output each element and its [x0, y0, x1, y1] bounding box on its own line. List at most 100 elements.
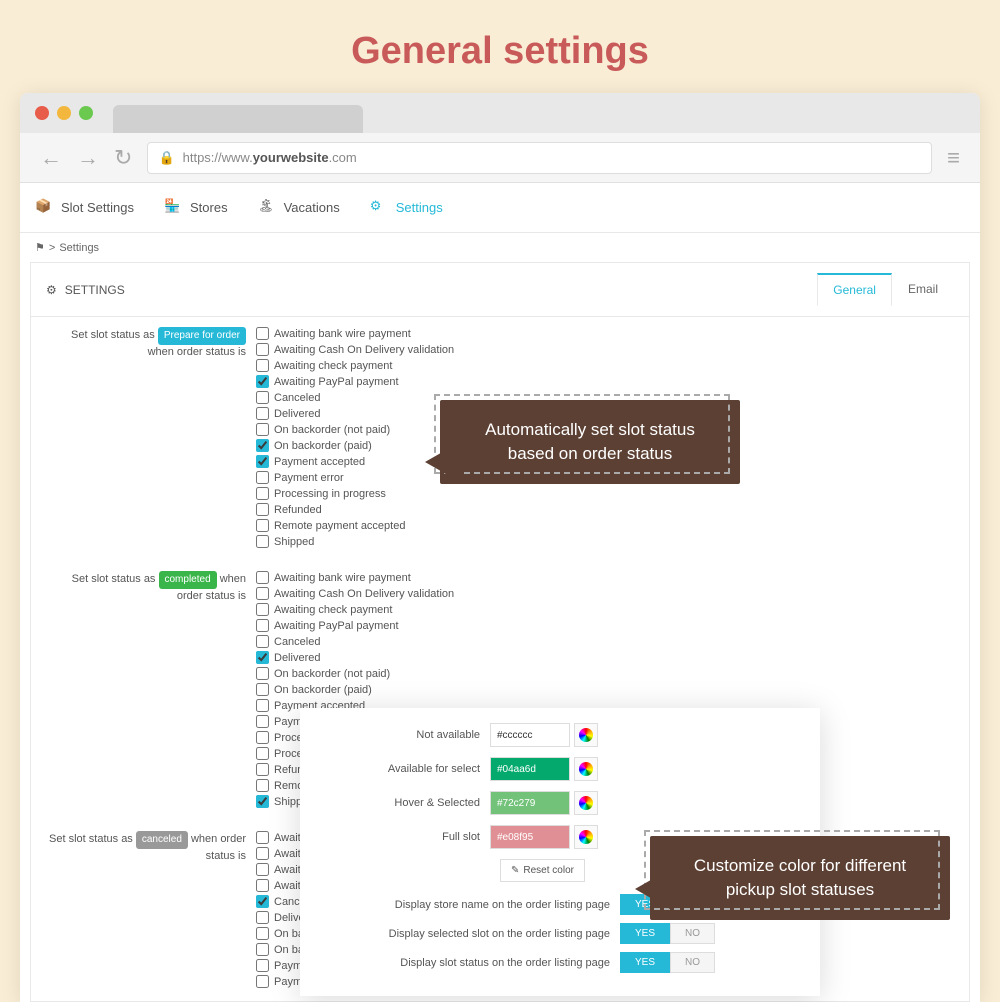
status-checkbox[interactable]: [256, 895, 269, 908]
status-checkbox[interactable]: [256, 603, 269, 616]
reset-color-button[interactable]: ✎ Reset color: [500, 859, 585, 882]
status-checkbox[interactable]: [256, 975, 269, 988]
status-checkbox[interactable]: [256, 487, 269, 500]
maximize-dot[interactable]: [79, 106, 93, 120]
status-checkbox[interactable]: [256, 571, 269, 584]
color-picker-button[interactable]: [574, 791, 598, 815]
status-checkbox[interactable]: [256, 747, 269, 760]
nav-item-stores[interactable]: 🏪Stores: [164, 198, 228, 218]
toggle-no[interactable]: NO: [670, 923, 715, 944]
status-checkbox[interactable]: [256, 407, 269, 420]
check-row: Awaiting Cash On Delivery validation: [256, 343, 954, 356]
checkbox-label: Shipped: [274, 536, 314, 548]
url-input[interactable]: 🔒 https://www.yourwebsite.com: [147, 142, 932, 174]
nav-icon: 🏝: [258, 198, 278, 218]
status-checkbox[interactable]: [256, 359, 269, 372]
checkbox-label: On backorder (paid): [274, 440, 372, 452]
status-checkbox[interactable]: [256, 943, 269, 956]
status-checkbox[interactable]: [256, 439, 269, 452]
toggle-yes[interactable]: YES: [620, 923, 670, 944]
status-checkbox[interactable]: [256, 327, 269, 340]
nav-label: Slot Settings: [61, 200, 134, 215]
back-icon[interactable]: ←: [40, 145, 62, 171]
status-checkbox[interactable]: [256, 635, 269, 648]
check-row: Remote payment accepted: [256, 519, 954, 532]
check-row: Awaiting PayPal payment: [256, 375, 954, 388]
check-row: Refunded: [256, 503, 954, 516]
forward-icon[interactable]: →: [77, 145, 99, 171]
color-picker-button[interactable]: [574, 825, 598, 849]
menu-icon[interactable]: ≡: [947, 145, 960, 171]
status-checkbox[interactable]: [256, 471, 269, 484]
color-label: Not available: [320, 729, 490, 741]
checkbox-label: Awaiting check payment: [274, 360, 392, 372]
status-checkbox[interactable]: [256, 535, 269, 548]
check-row: Delivered: [256, 651, 954, 664]
status-checkbox[interactable]: [256, 619, 269, 632]
toggle[interactable]: YESNO: [620, 923, 715, 944]
color-swatch[interactable]: #e08f95: [490, 825, 570, 849]
toggle[interactable]: YESNO: [620, 952, 715, 973]
checkbox-label: Delivered: [274, 408, 320, 420]
tab-general[interactable]: General: [817, 273, 892, 306]
color-swatch[interactable]: #72c279: [490, 791, 570, 815]
panel-title: SETTINGS: [65, 283, 125, 297]
status-checkbox[interactable]: [256, 879, 269, 892]
browser-tab[interactable]: [233, 105, 363, 133]
status-checkbox[interactable]: [256, 667, 269, 680]
status-checkbox[interactable]: [256, 651, 269, 664]
color-label: Hover & Selected: [320, 797, 490, 809]
color-picker-button[interactable]: [574, 757, 598, 781]
color-swatch[interactable]: #cccccc: [490, 723, 570, 747]
checkbox-label: Awaiting bank wire payment: [274, 328, 411, 340]
status-checkbox[interactable]: [256, 343, 269, 356]
status-checkbox[interactable]: [256, 715, 269, 728]
close-dot[interactable]: [35, 106, 49, 120]
toggle-yes[interactable]: YES: [620, 952, 670, 973]
status-checkbox[interactable]: [256, 375, 269, 388]
nav-item-slot-settings[interactable]: 📦Slot Settings: [35, 198, 134, 218]
panel-heading: ⚙ SETTINGS GeneralEmail: [31, 263, 969, 317]
status-checkbox[interactable]: [256, 391, 269, 404]
nav-icon: 🏪: [164, 198, 184, 218]
color-swatch[interactable]: #04aa6d: [490, 757, 570, 781]
status-checkbox[interactable]: [256, 587, 269, 600]
nav-icon: ⚙: [370, 198, 390, 218]
checkbox-label: On backorder (not paid): [274, 424, 390, 436]
status-checkbox[interactable]: [256, 519, 269, 532]
minimize-dot[interactable]: [57, 106, 71, 120]
status-checkbox[interactable]: [256, 731, 269, 744]
section-label: Set slot status as canceled when order s…: [46, 831, 256, 991]
status-checkbox[interactable]: [256, 683, 269, 696]
status-checkbox[interactable]: [256, 763, 269, 776]
status-checkbox[interactable]: [256, 699, 269, 712]
toggle-no[interactable]: NO: [670, 952, 715, 973]
browser-tab[interactable]: [113, 105, 243, 133]
tab-email[interactable]: Email: [892, 273, 954, 306]
check-row: Awaiting check payment: [256, 359, 954, 372]
status-checkbox[interactable]: [256, 423, 269, 436]
status-badge: Prepare for order: [158, 327, 246, 345]
checkbox-label: Canceled: [274, 392, 320, 404]
status-checkbox[interactable]: [256, 795, 269, 808]
nav-label: Settings: [396, 200, 443, 215]
status-checkbox[interactable]: [256, 831, 269, 844]
nav-item-settings[interactable]: ⚙ Settings: [370, 198, 443, 218]
palette-icon: [579, 830, 593, 844]
home-icon[interactable]: ⚑: [35, 241, 45, 254]
status-checkbox[interactable]: [256, 927, 269, 940]
reset-label: Reset color: [523, 865, 574, 876]
nav-label: Vacations: [284, 200, 340, 215]
status-checkbox[interactable]: [256, 503, 269, 516]
url-prefix: https://www.: [183, 150, 253, 165]
reload-icon[interactable]: ↻: [114, 145, 132, 171]
status-checkbox[interactable]: [256, 863, 269, 876]
status-checkbox[interactable]: [256, 959, 269, 972]
status-checkbox[interactable]: [256, 847, 269, 860]
status-checkbox[interactable]: [256, 455, 269, 468]
status-checkbox[interactable]: [256, 911, 269, 924]
status-checkbox[interactable]: [256, 779, 269, 792]
nav-item-vacations[interactable]: 🏝 Vacations: [258, 198, 340, 218]
checkbox-label: Refunded: [274, 504, 322, 516]
color-picker-button[interactable]: [574, 723, 598, 747]
